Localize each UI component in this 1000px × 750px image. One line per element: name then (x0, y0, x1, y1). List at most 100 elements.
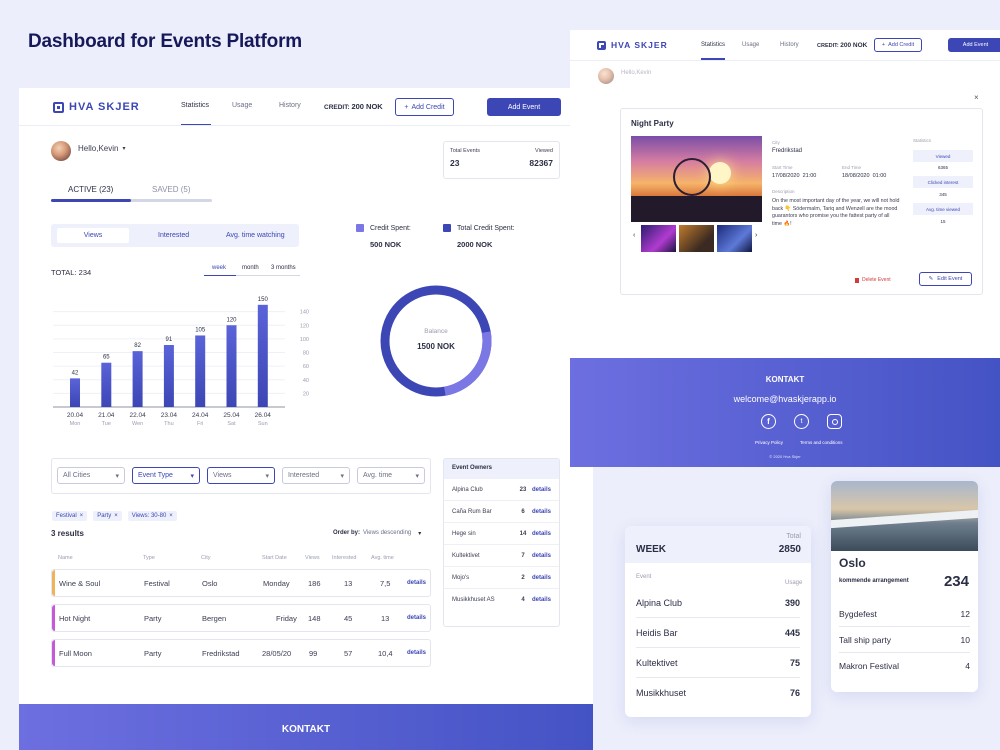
ferris-wheel-shape (673, 158, 711, 196)
close-icon[interactable]: × (169, 513, 173, 519)
filter-interested[interactable]: Interested ▾ (282, 467, 350, 484)
close-icon[interactable]: × (114, 513, 118, 519)
app-logo[interactable]: HVA SKJER (597, 40, 668, 50)
nav-history[interactable]: History (279, 102, 301, 109)
details-link[interactable]: details (407, 580, 426, 586)
week-total-label: Total (786, 533, 801, 540)
period-month[interactable]: month (242, 265, 259, 271)
day-label: Wen (132, 421, 143, 427)
user-menu[interactable]: Hello,Kevin ▾ (78, 144, 125, 153)
main-dashboard: HVA SKJER Statistics Usage History CREDI… (19, 88, 593, 750)
header-divider (19, 125, 593, 126)
bar-value-label: 65 (103, 355, 110, 361)
event-image (631, 136, 762, 222)
event-column-label: Event (636, 574, 652, 580)
thumbnail[interactable] (641, 225, 676, 252)
filter-event-type[interactable]: Event Type ▾ (132, 467, 200, 484)
owner-row: Caña Rum Bar 6 details (444, 501, 559, 523)
tag-festival[interactable]: Festival × (52, 511, 88, 521)
thumbnail[interactable] (717, 225, 752, 252)
toggle-views[interactable]: Views (57, 228, 129, 243)
owner-row: Hege sin 14 details (444, 523, 559, 545)
nav-history[interactable]: History (780, 42, 799, 48)
add-event-button[interactable]: Add Event (948, 38, 1000, 52)
details-link[interactable]: details (532, 575, 551, 581)
close-icon[interactable]: × (80, 513, 84, 519)
thumbnail[interactable] (679, 225, 714, 252)
avatar[interactable] (598, 68, 614, 84)
nav-statistics[interactable]: Statistics (701, 42, 725, 48)
edit-event-button[interactable]: ✎ Edit Event (919, 272, 972, 286)
chevron-down-icon: ▾ (265, 472, 269, 480)
bar-value-label: 105 (195, 327, 206, 333)
twitter-icon[interactable]: t (794, 414, 809, 429)
chevron-down-icon: ▾ (122, 146, 126, 152)
tag-party[interactable]: Party × (93, 511, 122, 521)
x-tick-label: 26.04 (255, 412, 272, 419)
credit-label: CREDIT: (324, 104, 350, 111)
filter-views[interactable]: Views ▾ (207, 467, 275, 484)
details-link[interactable]: details (407, 650, 426, 656)
app-logo[interactable]: HVA SKJER (53, 101, 140, 113)
add-credit-button[interactable]: + Add Credit (874, 38, 922, 52)
privacy-link[interactable]: Privacy Policy (755, 440, 783, 445)
carousel-next-icon[interactable]: › (755, 232, 757, 239)
details-link[interactable]: details (532, 553, 551, 559)
period-week[interactable]: week (212, 265, 226, 271)
trash-icon (855, 277, 859, 283)
period-week-underline (204, 275, 236, 276)
end-label: End Time (842, 165, 862, 170)
metric-toggle: Views Interested Avg. time watching (51, 224, 299, 247)
table-row[interactable]: Hot Night Party Bergen Friday 148 45 13 … (51, 604, 431, 632)
add-credit-button[interactable]: + Add Credit (395, 98, 454, 116)
y-tick-label: 20 (303, 391, 309, 397)
logo-text: HVA SKJER (69, 101, 140, 113)
plus-icon: + (404, 103, 409, 111)
chevron-down-icon: ▾ (415, 472, 419, 480)
footer-title: KONTAKT (281, 724, 331, 735)
details-link[interactable]: details (532, 487, 551, 493)
toggle-interested[interactable]: Interested (158, 232, 189, 239)
description-text: On the most important day of the year, w… (772, 198, 900, 227)
filter-cities[interactable]: All Cities ▾ (57, 467, 125, 484)
facebook-icon[interactable]: f (761, 414, 776, 429)
details-link[interactable]: details (532, 597, 551, 603)
toggle-avg-time[interactable]: Avg. time watching (226, 232, 285, 239)
delete-event-button[interactable]: Delete Event (855, 277, 891, 283)
details-link[interactable]: details (532, 531, 551, 537)
nav-usage[interactable]: Usage (742, 42, 759, 48)
tabs-indicator (51, 199, 131, 202)
table-row[interactable]: Full Moon Party Fredrikstad 28/05/20 99 … (51, 639, 431, 667)
city-row: Bygdefest 12 (839, 601, 970, 627)
nav-usage[interactable]: Usage (232, 102, 252, 109)
week-title: WEEK (636, 544, 666, 555)
order-by[interactable]: Order by: Views descending ▾ (333, 530, 421, 537)
legend-swatch-spent (356, 224, 364, 232)
table-row[interactable]: Wine & Soul Festival Oslo Monday 186 13 … (51, 569, 431, 597)
nav-statistics[interactable]: Statistics (181, 102, 209, 109)
tag-views-range[interactable]: Views: 30-80 × (127, 511, 177, 521)
details-link[interactable]: details (407, 615, 426, 621)
bar (226, 325, 237, 407)
y-tick-label: 40 (303, 378, 309, 384)
carousel-prev-icon[interactable]: ‹ (633, 232, 635, 239)
filter-avg-time[interactable]: Avg. time ▾ (357, 467, 425, 484)
event-modal: Night Party ‹ › City Fredrikstad Start T… (620, 108, 983, 295)
tab-saved[interactable]: SAVED (5) (152, 185, 191, 194)
city-subtitle: kommende arrangement (839, 578, 909, 584)
details-link[interactable]: details (532, 509, 551, 515)
event-details-screen: HVA SKJER Statistics Usage History CREDI… (570, 30, 1000, 467)
close-icon[interactable]: × (974, 93, 979, 102)
chevron-down-icon: ▾ (190, 472, 194, 480)
instagram-icon[interactable] (827, 414, 842, 429)
avatar[interactable] (51, 141, 71, 161)
add-event-button[interactable]: Add Event (487, 98, 561, 116)
tab-active[interactable]: ACTIVE (23) (68, 185, 113, 194)
terms-link[interactable]: Terms and conditions (800, 440, 843, 445)
y-tick-label: 80 (303, 351, 309, 357)
period-3-months[interactable]: 3 months (271, 265, 296, 271)
footer-email[interactable]: welcome@hvaskjerapp.io (570, 394, 1000, 404)
x-tick-label: 23.04 (161, 412, 178, 419)
y-tick-label: 140 (300, 310, 309, 316)
day-label: Mon (70, 421, 81, 427)
